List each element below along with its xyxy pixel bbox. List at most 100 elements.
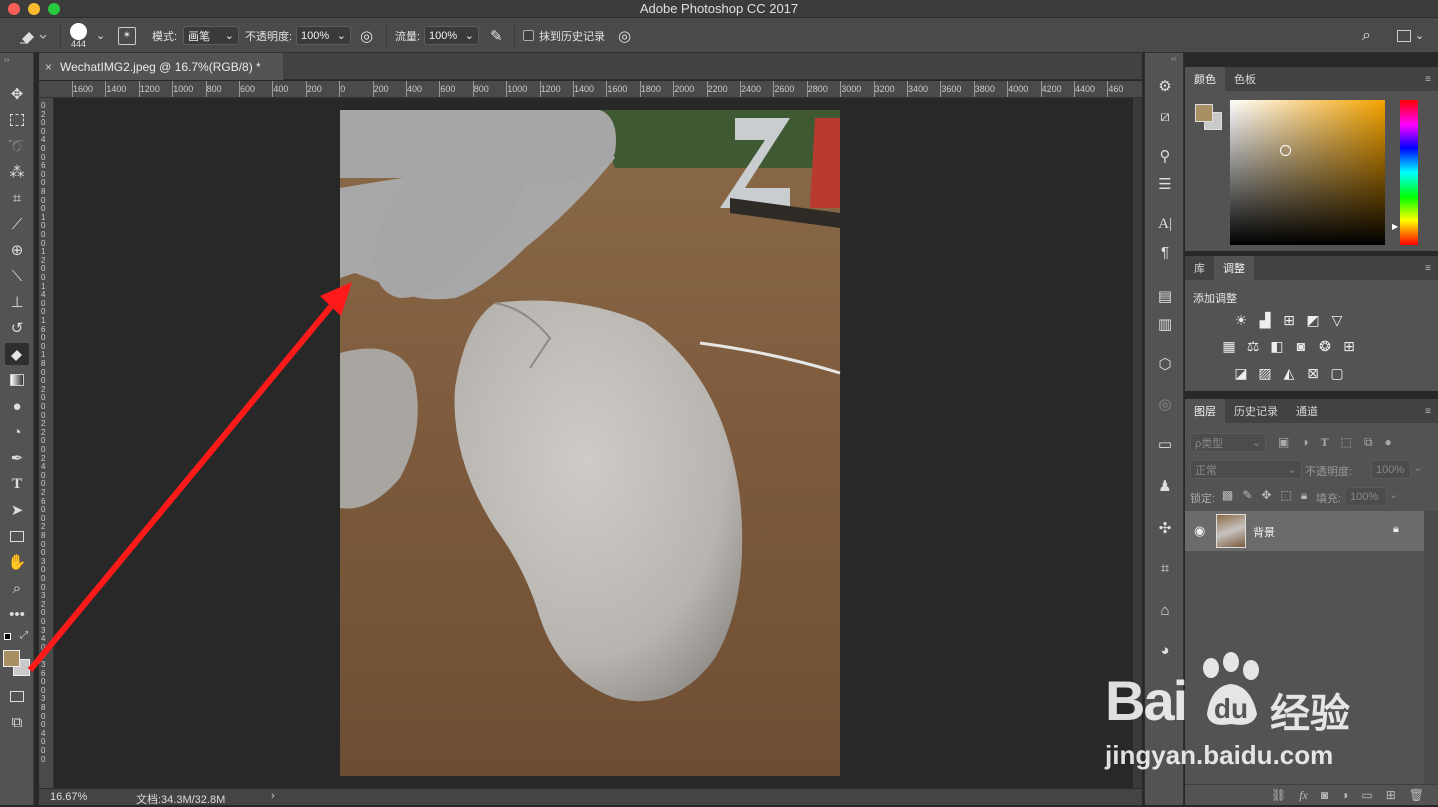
blend-mode-dropdown[interactable]: 正常 ⌄ bbox=[1190, 460, 1302, 479]
curves-icon[interactable]: ⊞ bbox=[1280, 312, 1298, 328]
pen-tool-icon[interactable]: ✒ bbox=[5, 447, 29, 469]
brush-settings-panel-button[interactable]: ✶ bbox=[118, 18, 136, 53]
layer-row[interactable]: ◉ 背景 🔒︎ bbox=[1185, 511, 1424, 551]
actions-panel-icon[interactable]: ♟ bbox=[1153, 475, 1177, 497]
layer-comps-icon[interactable]: ▭ bbox=[1153, 433, 1177, 455]
history-panel-icon[interactable]: ⚙ bbox=[1153, 75, 1177, 97]
chevron-down-icon[interactable]: ⌄ bbox=[1413, 461, 1422, 474]
history-brush-tool-icon[interactable]: ↺ bbox=[5, 317, 29, 339]
brightness-contrast-icon[interactable]: ☀ bbox=[1232, 312, 1250, 328]
smart-object-filter-icon[interactable]: ⧉ bbox=[1364, 435, 1373, 450]
pressure-opacity-icon[interactable]: ◎ bbox=[360, 18, 373, 53]
zoom-level[interactable]: 16.67% bbox=[50, 791, 87, 803]
layer-lock-icon[interactable]: 🔒︎ bbox=[1393, 523, 1399, 536]
move-tool-icon[interactable]: ✥ bbox=[5, 83, 29, 105]
foreground-color-swatch[interactable] bbox=[3, 650, 20, 667]
tab-color[interactable]: 颜色 bbox=[1185, 67, 1225, 91]
color-balance-icon[interactable]: ⚖ bbox=[1244, 338, 1262, 354]
notes-panel-icon[interactable]: ▥ bbox=[1153, 313, 1177, 335]
adjustment-filter-icon[interactable]: ◑ bbox=[1301, 435, 1308, 450]
lock-position-icon[interactable]: ✥ bbox=[1261, 488, 1271, 503]
color-picker-handle[interactable] bbox=[1280, 145, 1291, 156]
blur-tool-icon[interactable]: ● bbox=[5, 395, 29, 417]
character-panel-icon[interactable]: A| bbox=[1153, 213, 1177, 235]
threshold-icon[interactable]: ◭ bbox=[1280, 365, 1298, 381]
properties-panel-icon[interactable]: ☰ bbox=[1153, 173, 1177, 195]
lock-artboard-icon[interactable]: ⬚ bbox=[1280, 488, 1291, 503]
clone-stamp-tool-icon[interactable]: ⊥ bbox=[5, 291, 29, 313]
type-filter-icon[interactable]: T bbox=[1321, 435, 1329, 450]
navigator-panel-icon[interactable]: ⧄ bbox=[1153, 105, 1177, 127]
canvas-area[interactable] bbox=[55, 98, 1133, 788]
brush-preset-picker[interactable]: 444 bbox=[70, 18, 87, 53]
adjustment-layer-icon[interactable]: ◑ bbox=[1341, 788, 1348, 802]
search-icon[interactable]: ⌕ bbox=[1362, 18, 1371, 53]
new-layer-icon[interactable]: ⊞ bbox=[1386, 788, 1396, 802]
gradient-map-icon[interactable]: ⊠ bbox=[1304, 365, 1322, 381]
magic-wand-tool-icon[interactable]: ⁂ bbox=[5, 161, 29, 183]
posterize-icon[interactable]: ▨ bbox=[1256, 365, 1274, 381]
hue-slider[interactable] bbox=[1400, 100, 1418, 245]
lasso-tool-icon[interactable]: ➰ bbox=[5, 135, 29, 157]
info-panel-icon[interactable]: ▤ bbox=[1153, 285, 1177, 307]
eyedropper-tool-icon[interactable]: ⟋ bbox=[5, 213, 29, 235]
erase-history-checkbox[interactable] bbox=[523, 30, 534, 41]
brush-tool-icon[interactable]: ⟍ bbox=[5, 265, 29, 287]
chevron-down-icon[interactable]: ⌄ bbox=[96, 18, 105, 53]
selective-color-icon[interactable]: ▢ bbox=[1328, 365, 1346, 381]
more-tools-icon[interactable]: ••• bbox=[5, 603, 29, 625]
layer-filter-dropdown[interactable]: ρ类型 ⌄ bbox=[1190, 433, 1266, 452]
hand-tool-icon[interactable]: ✋ bbox=[5, 551, 29, 573]
layer-name[interactable]: 背景 bbox=[1253, 524, 1275, 540]
close-tab-icon[interactable]: × bbox=[45, 60, 52, 74]
workspace-switcher[interactable]: ⌄ bbox=[1397, 18, 1424, 53]
invert-icon[interactable]: ◪ bbox=[1232, 365, 1250, 381]
levels-icon[interactable]: ▟ bbox=[1256, 312, 1274, 328]
panel-menu-icon[interactable]: ≡ bbox=[1425, 74, 1431, 85]
opacity-field[interactable]: 100% ⌄ bbox=[296, 26, 351, 45]
tab-layers[interactable]: 图层 bbox=[1185, 399, 1225, 423]
lock-image-icon[interactable]: ✎ bbox=[1242, 488, 1252, 503]
eye-icon[interactable]: ◉ bbox=[1194, 523, 1205, 539]
new-group-icon[interactable]: ▭ bbox=[1361, 788, 1372, 802]
document-tab[interactable]: × WechatIMG2.jpeg @ 16.7%(RGB/8) * bbox=[39, 53, 283, 80]
swap-colors-icon[interactable]: ⤢ bbox=[20, 630, 28, 641]
eraser-tool-preset-picker[interactable] bbox=[16, 18, 46, 53]
fill-field[interactable]: 100% bbox=[1345, 487, 1387, 506]
plugins-panel-icon[interactable]: ✣ bbox=[1153, 517, 1177, 539]
chevron-down-icon[interactable]: ⌄ bbox=[1389, 488, 1398, 501]
path-selection-tool-icon[interactable]: ➤ bbox=[5, 499, 29, 521]
color-field[interactable] bbox=[1230, 100, 1385, 245]
timeline-panel-icon[interactable]: ◎ bbox=[1153, 393, 1177, 415]
panel-menu-icon[interactable]: ≡ bbox=[1425, 263, 1431, 274]
hue-slider-handle[interactable]: ▶ bbox=[1392, 222, 1398, 231]
type-tool-icon[interactable]: T bbox=[5, 473, 29, 495]
tab-channels[interactable]: 通道 bbox=[1287, 399, 1327, 423]
tab-history[interactable]: 历史记录 bbox=[1225, 399, 1287, 423]
color-lookup-icon[interactable]: ⊞ bbox=[1340, 338, 1358, 354]
pixel-filter-icon[interactable]: ▣ bbox=[1278, 435, 1289, 450]
tab-adjustments[interactable]: 调整 bbox=[1214, 256, 1254, 280]
marquee-tool-icon[interactable] bbox=[5, 109, 29, 131]
gradient-tool-icon[interactable] bbox=[5, 369, 29, 391]
layers-scrollbar[interactable] bbox=[1424, 511, 1438, 786]
brush-presets-icon[interactable]: ⚲ bbox=[1153, 145, 1177, 167]
quick-mask-icon[interactable] bbox=[5, 685, 29, 707]
shape-filter-icon[interactable]: ⬚ bbox=[1341, 435, 1352, 450]
channel-mixer-icon[interactable]: ❂ bbox=[1316, 338, 1334, 354]
lock-all-icon[interactable]: 🔒︎ bbox=[1301, 488, 1307, 503]
crop-panel-icon[interactable]: ⌗ bbox=[1153, 557, 1177, 579]
layer-opacity-field[interactable]: 100% bbox=[1371, 460, 1411, 479]
dodge-tool-icon[interactable]: ◔ bbox=[5, 421, 29, 443]
black-white-icon[interactable]: ◧ bbox=[1268, 338, 1286, 354]
chevron-right-icon[interactable]: › bbox=[271, 790, 275, 802]
screen-mode-icon[interactable]: ⧉ bbox=[5, 711, 29, 733]
collapse-panel-icon[interactable]: ‹‹ bbox=[1171, 54, 1176, 63]
hue-saturation-icon[interactable]: ▦ bbox=[1220, 338, 1238, 354]
mode-dropdown[interactable]: 画笔 ⌄ bbox=[183, 26, 239, 45]
paragraph-panel-icon[interactable]: ¶ bbox=[1153, 241, 1177, 263]
filter-toggle-icon[interactable]: ● bbox=[1385, 435, 1392, 450]
flow-field[interactable]: 100% ⌄ bbox=[424, 26, 479, 45]
tab-libraries[interactable]: 库 bbox=[1185, 256, 1214, 280]
foreground-color-chip[interactable] bbox=[1195, 104, 1213, 122]
